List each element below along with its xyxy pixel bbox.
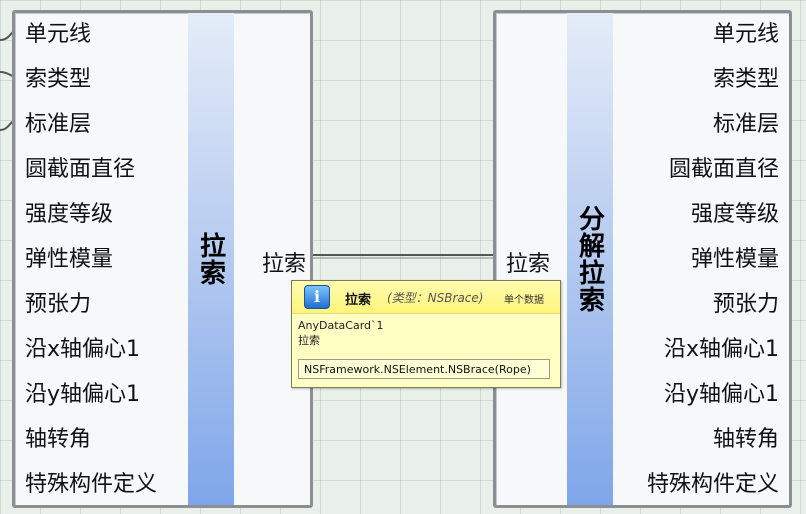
output-param-10[interactable]: 特殊构件定义 <box>599 463 779 508</box>
component-cable[interactable]: 单元线 索类型 标准层 圆截面直径 强度等级 弹性模量 预张力 沿x轴偏心1 沿y轴偏心1 轴转角… <box>12 10 313 508</box>
input-param-7[interactable]: 沿x轴偏心1 <box>25 328 195 373</box>
input-param-10[interactable]: 特殊构件定义 <box>25 463 195 508</box>
output-param-7[interactable]: 沿x轴偏心1 <box>599 328 779 373</box>
output-parameter-list: 单元线 索类型 标准层 圆截面直径 强度等级 弹性模量 预张力 沿x轴偏心1 沿y轴偏心1 轴转角… <box>599 13 779 508</box>
output-param-9[interactable]: 轴转角 <box>599 418 779 463</box>
component-explode-cable[interactable]: 拉索 分解拉索 单元线 索类型 标准层 圆截面直径 强度等级 弹性模量 预张力 沿x轴偏心1 沿… <box>493 10 792 508</box>
input-param-5[interactable]: 弹性模量 <box>25 238 195 283</box>
input-param-6[interactable]: 预张力 <box>25 283 195 328</box>
tooltip-access: 单个数据 <box>504 295 544 306</box>
output-param-3[interactable]: 圆截面直径 <box>599 148 779 193</box>
tooltip-type: (类型：NSBrace) <box>387 291 484 305</box>
info-icon: i <box>304 285 330 309</box>
component-name-band[interactable]: 拉索 <box>188 13 234 505</box>
input-param-4[interactable]: 强度等级 <box>25 193 195 238</box>
input-param-9[interactable]: 轴转角 <box>25 418 195 463</box>
input-param-cable[interactable]: 拉索 <box>506 246 550 278</box>
tooltip-line-1: AnyDataCard`1 <box>298 319 384 332</box>
output-param-5[interactable]: 弹性模量 <box>599 238 779 283</box>
output-param-cable[interactable]: 拉索 <box>262 246 306 278</box>
tooltip-header: i 拉索 (类型：NSBrace) 单个数据 <box>292 281 560 314</box>
tooltip-line-2: 拉索 <box>298 334 320 347</box>
input-parameter-list: 单元线 索类型 标准层 圆截面直径 强度等级 弹性模量 预张力 沿x轴偏心1 沿y轴偏心1 轴转角… <box>25 13 195 508</box>
tooltip-title: 拉索 <box>345 293 372 308</box>
input-param-2[interactable]: 标准层 <box>25 103 195 148</box>
output-param-4[interactable]: 强度等级 <box>599 193 779 238</box>
output-param-1[interactable]: 索类型 <box>599 58 779 103</box>
input-param-0[interactable]: 单元线 <box>25 13 195 58</box>
input-param-8[interactable]: 沿y轴偏心1 <box>25 373 195 418</box>
output-param-0[interactable]: 单元线 <box>599 13 779 58</box>
input-param-3[interactable]: 圆截面直径 <box>25 148 195 193</box>
component-name: 拉索 <box>195 232 226 286</box>
parameter-tooltip: i 拉索 (类型：NSBrace) 单个数据 AnyDataCard`1 拉索 … <box>291 280 561 388</box>
input-param-1[interactable]: 索类型 <box>25 58 195 103</box>
output-param-6[interactable]: 预张力 <box>599 283 779 328</box>
output-param-2[interactable]: 标准层 <box>599 103 779 148</box>
tooltip-value-box: NSFramework.NSElement.NSBrace(Rope) <box>298 359 550 379</box>
output-param-8[interactable]: 沿y轴偏心1 <box>599 373 779 418</box>
